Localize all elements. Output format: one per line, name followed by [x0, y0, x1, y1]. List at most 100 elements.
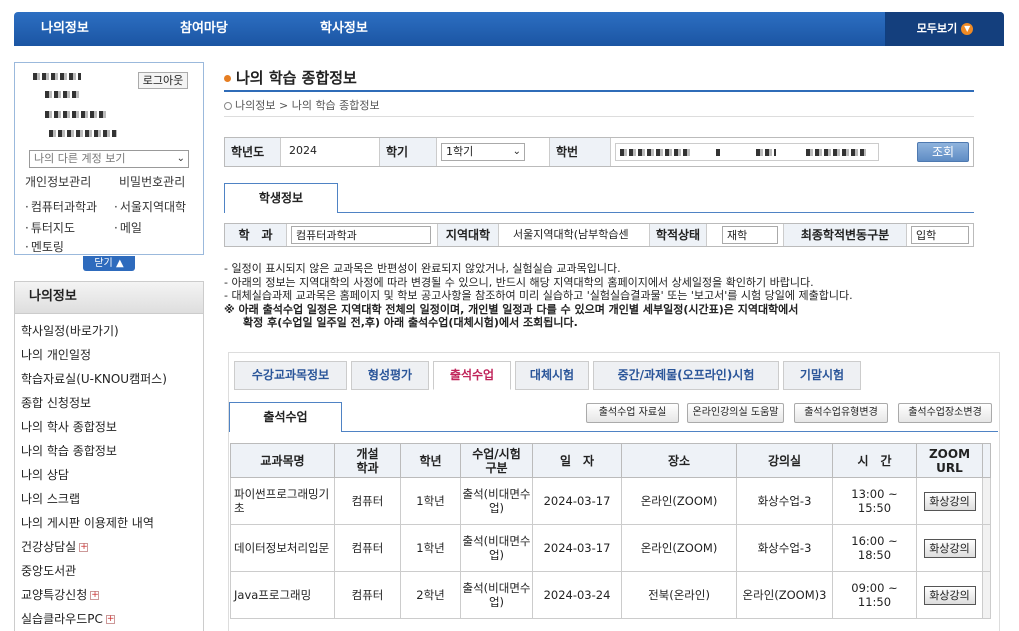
- logout-button[interactable]: 로그아웃: [138, 72, 188, 89]
- table-scrollbar[interactable]: [982, 524, 991, 572]
- term-select[interactable]: 1학기 ⌄: [441, 143, 525, 161]
- breadcrumb-item[interactable]: 나의정보: [235, 99, 275, 112]
- search-button[interactable]: 조회: [917, 142, 969, 162]
- left-menu-item[interactable]: 종합 신청정보: [15, 393, 203, 417]
- cell-course: 데이터정보처리입문: [230, 524, 335, 572]
- page-title-text: 나의 학습 종합정보: [236, 69, 357, 87]
- nav-item-academic[interactable]: 학사정보: [320, 12, 368, 46]
- quick-link-mentoring[interactable]: 멘토링: [25, 238, 64, 255]
- col-header-zoom: ZOOM URL: [916, 443, 983, 478]
- left-menu-item[interactable]: 나의 개인일정: [15, 345, 203, 369]
- left-menu-item[interactable]: 나의 스크랩: [15, 489, 203, 513]
- left-menu-item[interactable]: 나의 상담: [15, 465, 203, 489]
- left-menu-item-label: 교양특강신청: [21, 588, 88, 602]
- nav-item-participation[interactable]: 참여마당: [180, 12, 228, 46]
- tab-final-exam[interactable]: 기말시험: [783, 361, 861, 390]
- expand-plus-icon[interactable]: +: [90, 591, 100, 600]
- tab-attendance[interactable]: 출석수업: [433, 361, 511, 390]
- password-link[interactable]: 비밀번호관리: [119, 173, 185, 190]
- region-value: 서울지역대학(남부학습센: [513, 228, 629, 241]
- left-menu-item-label: 실습클라우드PC: [21, 612, 103, 626]
- redacted-info: [49, 130, 117, 137]
- quick-link-department[interactable]: 컴퓨터과학과: [25, 198, 97, 215]
- title-divider: [224, 90, 974, 92]
- cell-room: 화상수업-3: [736, 524, 833, 572]
- page-title: 나의 학습 종합정보: [224, 67, 357, 88]
- table-scrollbar[interactable]: [982, 477, 991, 525]
- quick-link-tutor[interactable]: 튜터지도: [25, 219, 75, 236]
- tab-midterm-exam[interactable]: 중간/과제물(오프라인)시험: [593, 361, 779, 390]
- left-menu-item-label: 건강상담실: [21, 540, 77, 554]
- student-info-row: 학 과 컴퓨터과학과 지역대학 서울지역대학(남부학습센 학적상태 재학 최종학…: [224, 223, 974, 247]
- account-select[interactable]: 나의 다른 계정 보기 ⌄: [29, 150, 189, 168]
- tab-attendance-sub[interactable]: 출석수업: [229, 402, 342, 432]
- student-id-input[interactable]: [615, 143, 879, 161]
- col-header-date: 일 자: [532, 443, 622, 478]
- zoom-lecture-button[interactable]: 화상강의: [923, 538, 976, 558]
- breadcrumb: 나의정보 > 나의 학습 종합정보: [224, 97, 380, 113]
- region-label: 지역대학: [437, 224, 499, 246]
- tab-student-info[interactable]: 학생정보: [224, 183, 338, 213]
- nav-item-my-info[interactable]: 나의정보: [41, 12, 89, 46]
- warning-line: ※ 아래 출석수업 일정은 지역대학 전체의 일정이며, 개인별 일정과 다를 …: [224, 302, 799, 316]
- redacted-name: [33, 73, 81, 80]
- cell-zoom: 화상강의: [916, 477, 983, 525]
- online-help-button[interactable]: 온라인강의실 도움말: [687, 403, 784, 423]
- redacted-id: [756, 149, 776, 156]
- left-menu-item-label: 나의 상담: [21, 468, 69, 482]
- warning-line: 확정 후(수업일 일주일 전,후) 아래 출석수업(대체시험)에서 조회됩니다.: [243, 316, 578, 329]
- home-icon: [224, 102, 232, 110]
- col-header-type: 수업/시험 구분: [460, 443, 533, 478]
- zoom-lecture-button[interactable]: 화상강의: [923, 491, 976, 511]
- view-all-button[interactable]: 모두보기 ▼: [886, 12, 1004, 46]
- left-menu-item[interactable]: 학습자료실(U-KNOU캠퍼스): [15, 369, 203, 393]
- table-row: Java프로그래밍 컴퓨터 2학년 출석(비대면수업) 2024-03-24 전북(온라인…: [230, 571, 991, 619]
- change-type-button[interactable]: 출석수업유형변경: [794, 403, 888, 423]
- cell-place: 전북(온라인): [621, 571, 737, 619]
- table-scrollbar[interactable]: [982, 571, 991, 619]
- close-profile-button[interactable]: 닫기 ▲: [83, 256, 135, 271]
- cell-grade: 1학년: [400, 524, 461, 572]
- left-menu-item[interactable]: 나의 학습 종합정보: [15, 441, 203, 465]
- left-menu-item[interactable]: 중앙도서관: [15, 561, 203, 585]
- chevron-up-icon: ▲: [115, 258, 124, 269]
- personal-info-link[interactable]: 개인정보관리: [25, 173, 91, 190]
- year-label: 학년도: [225, 138, 281, 166]
- cell-time: 13:00 ~ 15:50: [832, 477, 917, 525]
- tab-formative-eval[interactable]: 형성평가: [351, 361, 429, 390]
- status-value: 재학: [722, 226, 778, 244]
- left-menu-item[interactable]: 교양특강신청 +: [15, 585, 203, 609]
- left-menu-item-label: 나의 개인일정: [21, 348, 92, 362]
- left-menu-item[interactable]: 건강상담실 +: [15, 537, 203, 561]
- cell-time: 16:00 ~ 18:50: [832, 524, 917, 572]
- quick-link-region[interactable]: 서울지역대학: [114, 198, 186, 215]
- cell-time: 09:00 ~ 11:50: [832, 571, 917, 619]
- change-location-button[interactable]: 출석수업장소변경: [898, 403, 992, 423]
- notice-section: - 일정이 표시되지 않은 교과목은 반편성이 완료되지 않았거나, 실험실습 …: [224, 262, 984, 330]
- expand-plus-icon[interactable]: +: [79, 543, 89, 552]
- cell-zoom: 화상강의: [916, 571, 983, 619]
- cell-grade: 2학년: [400, 571, 461, 619]
- cell-date: 2024-03-17: [532, 477, 622, 525]
- zoom-lecture-button[interactable]: 화상강의: [923, 585, 976, 605]
- cell-room: 온라인(ZOOM)3: [736, 571, 833, 619]
- left-menu-item[interactable]: 나의 게시판 이용제한 내역: [15, 513, 203, 537]
- left-menu-item-label: 나의 게시판 이용제한 내역: [21, 516, 154, 530]
- cell-room: 화상수업-3: [736, 477, 833, 525]
- cell-grade: 1학년: [400, 477, 461, 525]
- left-menu-item[interactable]: 학사일정(바로가기): [15, 321, 203, 345]
- tab-substitute-exam[interactable]: 대체시험: [515, 361, 589, 390]
- left-menu-item[interactable]: 실습클라우드PC +: [15, 609, 203, 631]
- account-select-label: 나의 다른 계정 보기: [34, 152, 126, 165]
- attendance-archive-button[interactable]: 출석수업 자료실: [586, 403, 679, 423]
- col-header-course: 교과목명: [230, 443, 335, 478]
- quick-link-mail[interactable]: 메일: [114, 219, 142, 236]
- left-menu-list: 학사일정(바로가기) 나의 개인일정학습자료실(U-KNOU캠퍼스) 종합 신청정보…: [15, 314, 203, 631]
- table-scrollbar[interactable]: [982, 443, 991, 478]
- top-navigation: 나의정보 참여마당 학사정보 모두보기 ▼: [14, 12, 1004, 46]
- title-bullet-icon: [224, 75, 231, 82]
- expand-plus-icon[interactable]: +: [105, 615, 115, 624]
- year-input[interactable]: 2024: [285, 143, 375, 161]
- tab-enrolled-courses[interactable]: 수강교과목정보: [234, 361, 347, 390]
- left-menu-item[interactable]: 나의 학사 종합정보: [15, 417, 203, 441]
